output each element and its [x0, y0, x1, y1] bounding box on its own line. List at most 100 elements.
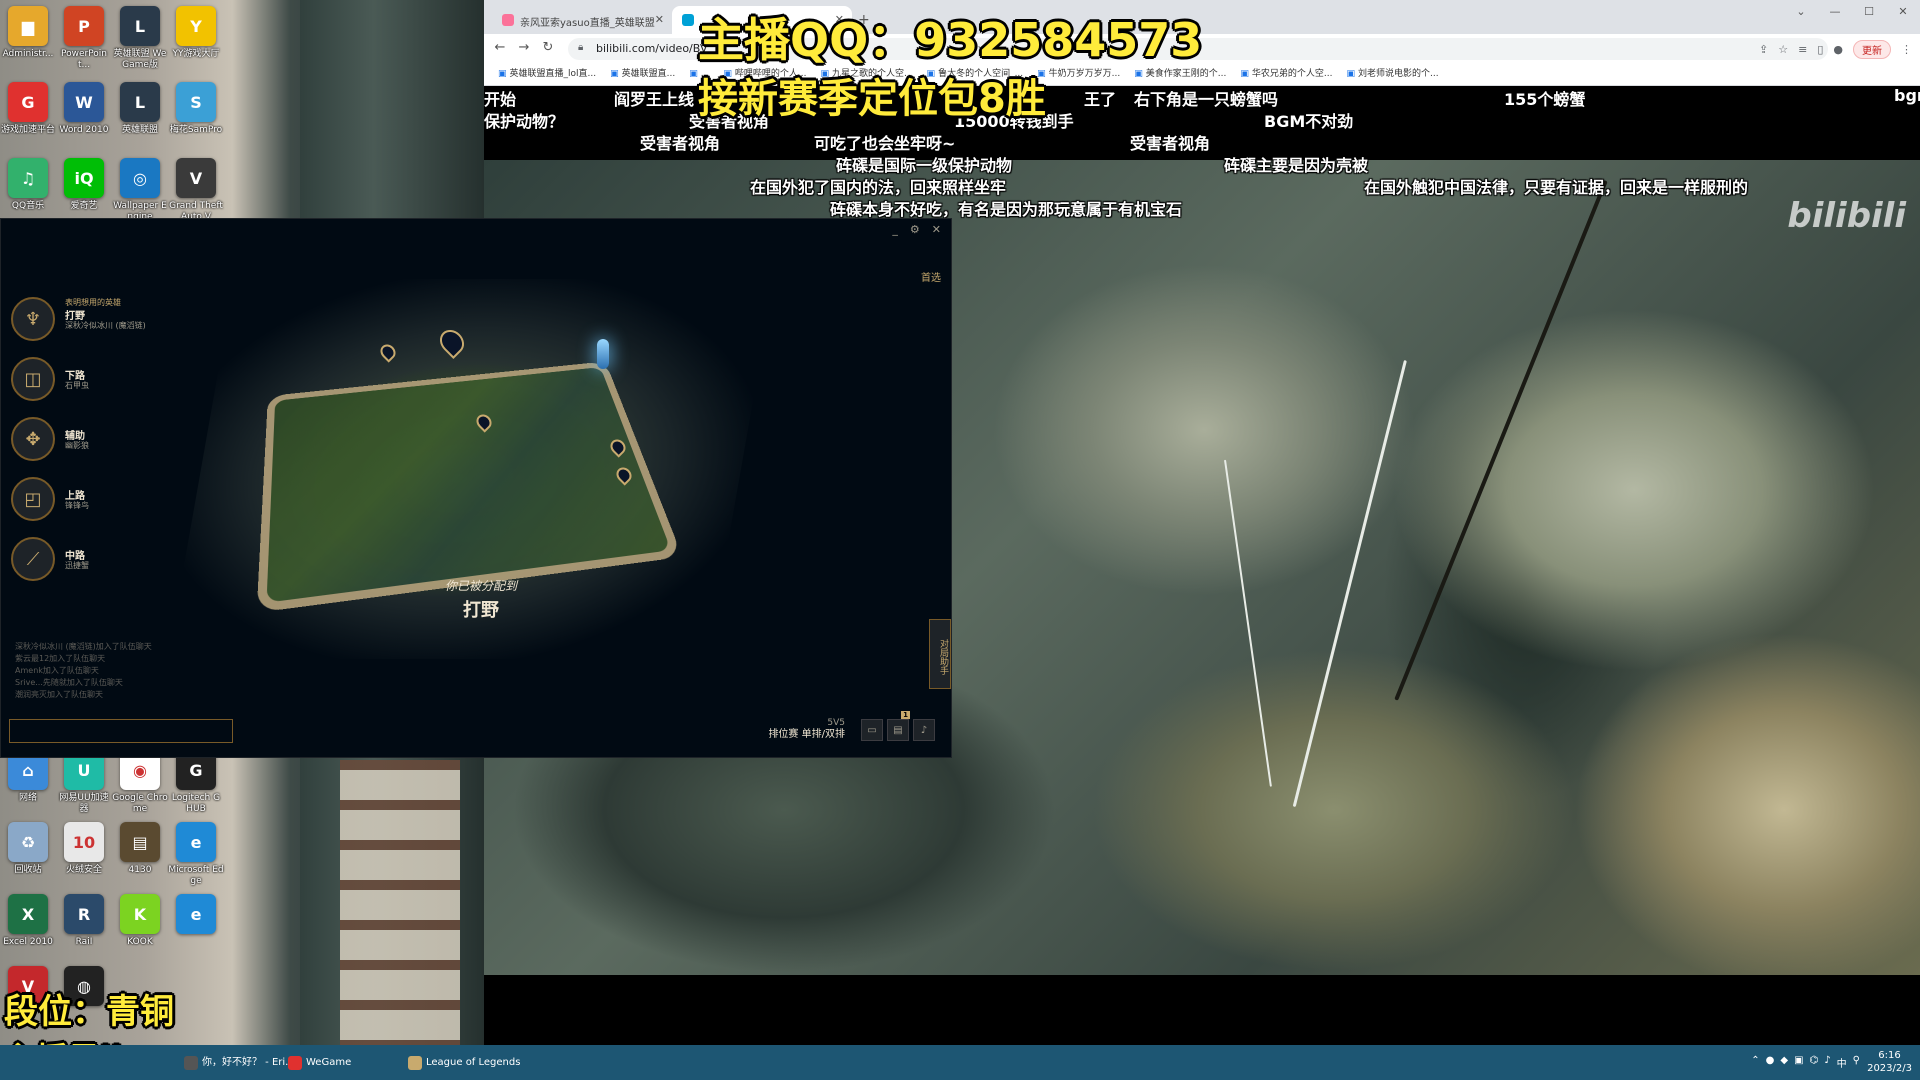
desktop-icon[interactable]: L 英雄联盟 [112, 82, 168, 136]
taskbar-app[interactable]: League of Legends [404, 1050, 524, 1076]
close-window-button[interactable]: ✕ [1886, 0, 1920, 28]
desktop-icon-label: RaiI [75, 937, 93, 947]
desktop-icon[interactable]: P PowerPoint... [56, 6, 112, 71]
desktop-icon[interactable]: K KOOK [112, 894, 168, 948]
clock[interactable]: 6:16 2023/2/3 [1867, 1049, 1912, 1075]
desktop-icon[interactable]: W Word 2010 [56, 82, 112, 136]
desktop-icon-label: Administr... [2, 49, 54, 59]
minimize-button[interactable]: — [1818, 0, 1852, 28]
bookmark-label: 美食作家王刚的个... [1145, 69, 1227, 79]
app-icon: L [120, 82, 160, 122]
tab-live-stream[interactable]: 亲风亚索yasuo直播_英雄联盟 ✕ [492, 6, 672, 34]
role-emblem-icon: ⟋ [11, 537, 55, 581]
sidebar-icon[interactable]: ▯ [1817, 43, 1823, 56]
desktop-icon[interactable]: ♻ 回收站 [0, 822, 56, 876]
mic-icon[interactable]: ♪ [913, 719, 935, 741]
volume-icon[interactable]: ♪ [1824, 1055, 1830, 1070]
menu-icon[interactable]: ⋮ [1901, 43, 1912, 56]
danmaku-comment: 砗磲是国际一级保护动物 [836, 156, 1013, 175]
reload-button[interactable]: ↻ [538, 40, 558, 55]
taskbar-app[interactable]: 你，好不好？ - Eri... [180, 1050, 295, 1076]
reading-list-icon[interactable]: ≡ [1798, 43, 1807, 56]
settings-icon[interactable]: ⚙ [910, 223, 920, 236]
minimize-button[interactable]: _ [892, 223, 898, 236]
desktop-icon[interactable]: U 网易UU加速器 [56, 750, 112, 815]
desktop-icon[interactable]: 10 火绒安全 [56, 822, 112, 876]
desktop-icon[interactable]: L 英雄联盟 WeGame版 [112, 6, 168, 71]
update-button[interactable]: 更新 [1853, 40, 1891, 59]
nexus-beam [597, 339, 609, 369]
profile-icon[interactable]: ● [1833, 43, 1843, 56]
tray-icon[interactable]: ● [1766, 1055, 1775, 1070]
desktop-icon[interactable]: ◎ Wallpaper Engine [112, 158, 168, 223]
desktop-icon[interactable]: ▤ 4130 [112, 822, 168, 876]
role-row[interactable]: ⟋ 中路 迅捷蟹 [11, 537, 211, 597]
bookmark-label: 刘老师说电影的个... [1358, 69, 1439, 79]
close-button[interactable]: ✕ [932, 223, 941, 236]
app-icon: K [120, 894, 160, 934]
taskbar-app[interactable]: WeGame [284, 1050, 394, 1076]
role-row[interactable]: ◫ 下路 石甲虫 [11, 357, 211, 417]
role-row[interactable]: ♆ 表明想用的英雄 打野 深秋冷似冰川 (魔滔链) [11, 297, 211, 357]
danmaku-comment: 砗磲本身不好吃，有名是因为那玩意属于有机宝石 [830, 200, 1183, 219]
tray-icon[interactable]: ⌃ [1751, 1055, 1759, 1070]
bookmark-icon: ▣ [498, 69, 507, 79]
taskbar-app-icon [184, 1056, 198, 1070]
bookmark-item[interactable]: ▣ 刘老师说电影的个... [1346, 64, 1438, 84]
chat-icon[interactable]: ▭ [861, 719, 883, 741]
bookmark-item[interactable]: ▣ 英雄联盟直... [610, 64, 675, 84]
bookmark-item[interactable]: ▣ 华农兄弟的个人空... [1240, 64, 1332, 84]
chat-input[interactable] [9, 719, 233, 743]
clock-time: 6:16 [1878, 1050, 1901, 1061]
back-button[interactable]: ← [490, 40, 510, 55]
desktop-icon[interactable]: ♫ QQ音乐 [0, 158, 56, 212]
window-controls: ⌄ — ☐ ✕ [1784, 0, 1920, 28]
desktop-icon[interactable]: R RaiI [56, 894, 112, 948]
role-player: 迅捷蟹 [65, 561, 89, 570]
bookmark-label: 英雄联盟直... [621, 69, 676, 79]
role-row[interactable]: ✥ 辅助 幽影狼 [11, 417, 211, 477]
chat-line: 潮润亮灭加入了队伍聊天 [15, 690, 103, 699]
search-icon[interactable]: ⚲ [1853, 1055, 1860, 1070]
desktop-icon[interactable]: S 梅花SamPro [168, 82, 224, 136]
desktop-icon[interactable]: ◉ Google Chrome [112, 750, 168, 815]
role-row[interactable]: ◰ 上路 锋锋鸟 [11, 477, 211, 537]
desktop-icon[interactable]: e [168, 894, 224, 937]
chevron-down-icon[interactable]: ⌄ [1784, 0, 1818, 28]
notification-badge: 1 [901, 711, 910, 719]
desktop-icon[interactable]: Y YY游戏大厅 [168, 6, 224, 60]
desktop-icon[interactable]: G 游戏加速平台 [0, 82, 56, 136]
desktop-icon[interactable]: e Microsoft Edge [168, 822, 224, 887]
tray-icon[interactable]: ◆ [1780, 1055, 1788, 1070]
maximize-button[interactable]: ☐ [1852, 0, 1886, 28]
desktop-icon[interactable]: ▆ Administr... [0, 6, 56, 60]
forward-button[interactable]: → [514, 40, 534, 55]
desktop-icon[interactable]: G Logitech G HUB [168, 750, 224, 815]
lobster-antenna [1224, 459, 1272, 787]
lock-icon: 🔒︎ [578, 42, 584, 53]
danmaku-comment: bgm [1894, 86, 1920, 105]
desktop-icon[interactable]: iQ 爱奇艺 [56, 158, 112, 212]
taskbar-app-label: 你，好不好？ - Eri... [202, 1057, 295, 1068]
friends-icon[interactable]: ▤ 1 [887, 711, 910, 741]
danmaku-comment: 在国外犯了国内的法，回来照样坐牢 [750, 178, 1007, 197]
desktop-icon[interactable]: ⌂ 网络 [0, 750, 56, 804]
share-icon[interactable]: ⇪ [1759, 43, 1768, 56]
tray-icon[interactable]: ▣ [1794, 1055, 1803, 1070]
desktop-icon[interactable]: X Excel 2010 [0, 894, 56, 948]
match-assistant-tab[interactable]: 对局助手 [929, 619, 951, 689]
close-icon[interactable]: ✕ [655, 13, 664, 26]
desktop-icon[interactable]: V Grand Theft Auto V [168, 158, 224, 223]
ime-icon[interactable]: 中 [1837, 1055, 1847, 1070]
network-icon[interactable]: ⌬ [1810, 1055, 1819, 1070]
bookmark-item[interactable]: ▣ 英雄联盟直播_lol直... [498, 64, 596, 84]
streamer-qq-overlay: 主播QQ：932584573 [698, 13, 1203, 67]
queue-format: 5V5 [827, 718, 845, 728]
bookmark-label: 牛奶万岁万岁万... [1048, 69, 1121, 79]
desktop-icon-label: 4130 [128, 865, 152, 875]
role-list: ♆ 表明想用的英雄 打野 深秋冷似冰川 (魔滔链) ◫ 下路 石甲虫 ✥ 辅助 幽影狼 ◰ 上路 锋锋鸟… [11, 297, 211, 597]
rank-overlay: 段位：青铜 [4, 992, 174, 1032]
desktop-icon-label: 网络 [18, 793, 37, 803]
chat-line: Amenk加入了队伍聊天 [15, 666, 99, 675]
star-icon[interactable]: ☆ [1778, 43, 1788, 56]
